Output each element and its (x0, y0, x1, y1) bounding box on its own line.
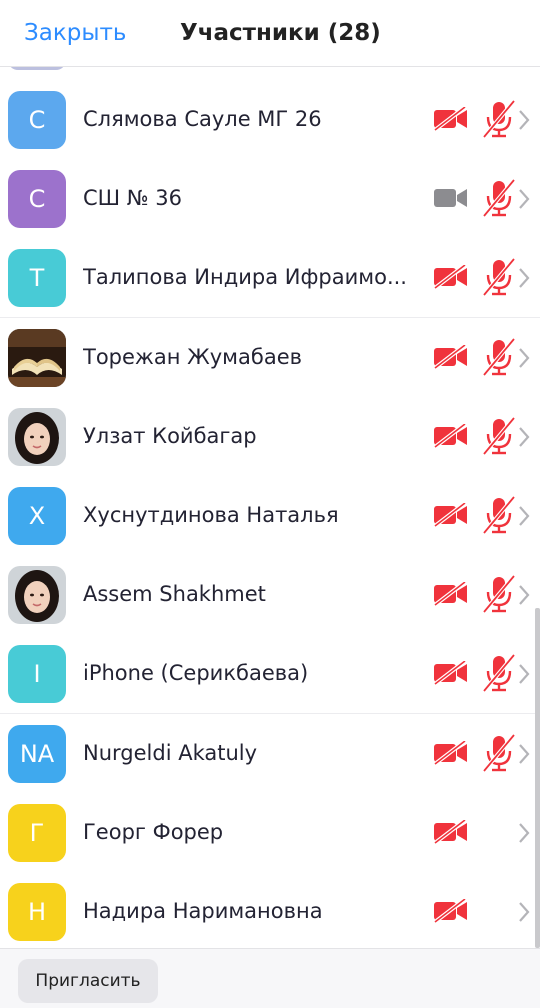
avatar-initials: Х (8, 487, 66, 545)
participant-row[interactable]: Г Георг Форер (0, 792, 540, 873)
microphone-muted-icon (481, 99, 517, 139)
participant-row[interactable]: NA Nurgeldi Akatuly (0, 713, 540, 794)
microphone-muted-icon (481, 653, 517, 693)
microphone-muted-icon (481, 733, 517, 773)
participant-name: СШ № 36 (83, 186, 183, 211)
avatar-photo (8, 328, 66, 387)
participant-name: iPhone (Серикбаева) (83, 661, 309, 686)
participant-row[interactable]: Х Хуснутдинова Наталья (0, 476, 540, 556)
chevron-right-icon[interactable] (517, 901, 531, 923)
participant-name: Торежан Жумабаев (83, 344, 302, 369)
video-camera-icon (433, 186, 469, 210)
chevron-right-icon[interactable] (517, 822, 531, 844)
avatar-initials: I (8, 645, 66, 704)
page-title: Участники (28) (180, 20, 381, 46)
participant-row[interactable]: Торежан Жумабаев (0, 317, 540, 398)
header-bar: Закрыть Участники (28) (0, 0, 540, 67)
participant-name: Улзат Койбагар (83, 423, 257, 448)
video-camera-off-icon (433, 501, 469, 528)
participant-row[interactable]: Н Надира Наримановна (0, 872, 540, 948)
chevron-right-icon[interactable] (517, 584, 531, 606)
avatar-initials: NA (8, 724, 66, 783)
chevron-right-icon[interactable] (517, 505, 531, 527)
participant-row[interactable]: Улзат Койбагар (0, 396, 540, 477)
video-camera-off-icon (433, 739, 469, 766)
participant-name: Георг Форер (83, 819, 224, 844)
microphone-muted-icon (481, 337, 517, 377)
video-camera-off-icon (433, 818, 469, 845)
microphone-muted-icon (481, 495, 517, 535)
participant-row[interactable]: Assem Shakhmet (0, 555, 540, 636)
participants-screen: Закрыть Участники (28) С Слямова Сауле МГ… (0, 0, 540, 1008)
video-camera-off-icon (433, 343, 469, 370)
scrollbar[interactable] (535, 608, 540, 948)
avatar-initials: Г (8, 803, 66, 862)
avatar-initials: Т (8, 249, 66, 308)
participant-row[interactable]: IiPhone (Серикбаева) (0, 634, 540, 715)
microphone-muted-icon (481, 257, 517, 297)
participant-name: Слямова Сауле МГ 26 (83, 107, 322, 131)
avatar-initials: Н (8, 883, 66, 941)
participant-list[interactable]: С Слямова Сауле МГ 26 С СШ № 36 Т Талипова Ин… (0, 66, 540, 948)
chevron-right-icon[interactable] (517, 663, 531, 685)
chevron-right-icon[interactable] (517, 347, 531, 369)
microphone-muted-icon (481, 416, 517, 456)
participant-name: Хуснутдинова Наталья (83, 503, 339, 527)
avatar-photo (8, 566, 66, 625)
participant-row[interactable]: С СШ № 36 (0, 159, 540, 240)
video-camera-off-icon (433, 263, 469, 290)
video-camera-off-icon (433, 105, 469, 132)
chevron-right-icon[interactable] (517, 188, 531, 210)
invite-button[interactable]: Пригласить (18, 959, 158, 1003)
participant-row[interactable]: Т Талипова Индира Ифраимо... (0, 238, 540, 319)
participant-row[interactable]: С Слямова Сауле МГ 26 (0, 80, 540, 160)
avatar-initials: С (8, 91, 66, 149)
participant-name: Надира Наримановна (83, 899, 323, 923)
participant-name: Талипова Индира Ифраимо... (83, 265, 407, 290)
participant-name: Assem Shakhmet (83, 582, 266, 607)
footer-bar: Пригласить (0, 948, 540, 1008)
video-camera-off-icon (433, 897, 469, 924)
chevron-right-icon[interactable] (517, 743, 531, 765)
microphone-muted-icon (481, 574, 517, 614)
chevron-right-icon[interactable] (517, 267, 531, 289)
video-camera-off-icon (433, 580, 469, 607)
chevron-right-icon[interactable] (517, 109, 531, 131)
video-camera-off-icon (433, 422, 469, 449)
close-button[interactable]: Закрыть (24, 17, 126, 49)
chevron-right-icon[interactable] (517, 426, 531, 448)
avatar-initials: С (8, 170, 66, 229)
participant-name: Nurgeldi Akatuly (83, 740, 258, 765)
microphone-muted-icon (481, 178, 517, 218)
video-camera-off-icon (433, 659, 469, 686)
avatar-photo (8, 407, 66, 466)
